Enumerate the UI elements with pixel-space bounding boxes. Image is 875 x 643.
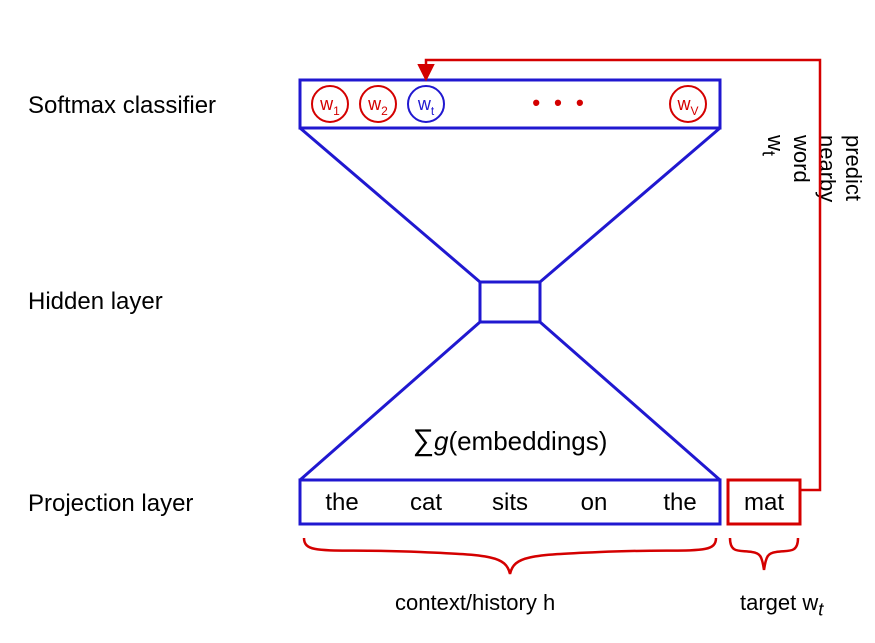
softmax-tokens: w1 w2 wt • • • wV	[312, 86, 706, 122]
projection-word-0: the	[325, 489, 358, 516]
target-word: mat	[744, 489, 784, 516]
target-brace	[730, 538, 798, 570]
projection-word-4: the	[663, 489, 696, 516]
embedding-formula: ∑g(embeddings)	[413, 424, 608, 457]
projection-word-2: sits	[492, 489, 528, 516]
funnel-bot-right	[540, 322, 720, 480]
projection-word-1: cat	[410, 489, 442, 516]
softmax-ellipsis: • • •	[532, 90, 587, 115]
softmax-box	[300, 80, 720, 128]
softmax-token-wt: wt	[417, 94, 435, 118]
softmax-token-w1: w1	[319, 94, 340, 118]
funnel-bot-left	[300, 322, 480, 480]
projection-word-3: on	[581, 489, 608, 516]
context-brace	[304, 538, 716, 574]
nn-diagram: w1 w2 wt • • • wV ∑g(embeddings) the cat…	[0, 0, 875, 643]
softmax-token-wv: wV	[676, 94, 698, 118]
softmax-token-w2: w2	[367, 94, 388, 118]
funnel-top-left	[300, 128, 480, 282]
funnel-top-right	[540, 128, 720, 282]
hidden-box	[480, 282, 540, 322]
